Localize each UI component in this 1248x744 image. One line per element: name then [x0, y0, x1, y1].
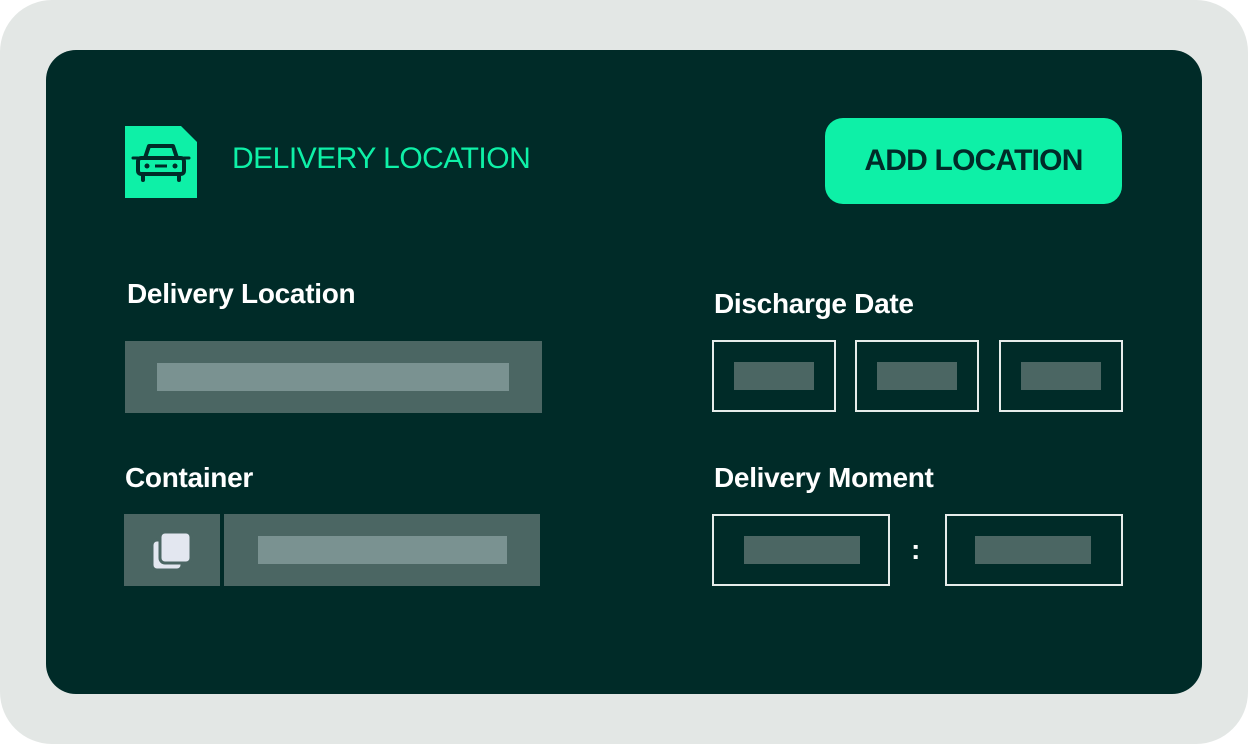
- day-placeholder: [734, 362, 814, 390]
- discharge-date-month-input[interactable]: [855, 340, 979, 412]
- add-location-button[interactable]: ADD LOCATION: [825, 118, 1122, 204]
- car-icon: [125, 126, 197, 198]
- hour-placeholder: [744, 536, 860, 564]
- month-placeholder: [877, 362, 957, 390]
- container-input[interactable]: [224, 514, 540, 586]
- minute-placeholder: [975, 536, 1091, 564]
- delivery-location-input[interactable]: [125, 341, 542, 413]
- delivery-location-placeholder: [157, 363, 509, 391]
- year-placeholder: [1021, 362, 1101, 390]
- discharge-date-year-input[interactable]: [999, 340, 1123, 412]
- time-separator: :: [911, 534, 921, 565]
- container-label: Container: [125, 462, 253, 493]
- container-placeholder: [258, 536, 507, 564]
- discharge-date-day-input[interactable]: [712, 340, 836, 412]
- delivery-moment-label: Delivery Moment: [714, 462, 934, 493]
- copy-icon: [150, 530, 193, 572]
- card-title: DELIVERY LOCATION: [232, 142, 531, 175]
- delivery-moment-hour-input[interactable]: [712, 514, 890, 586]
- delivery-moment-minute-input[interactable]: [945, 514, 1123, 586]
- delivery-location-label: Delivery Location: [127, 278, 356, 309]
- discharge-date-label: Discharge Date: [714, 288, 914, 319]
